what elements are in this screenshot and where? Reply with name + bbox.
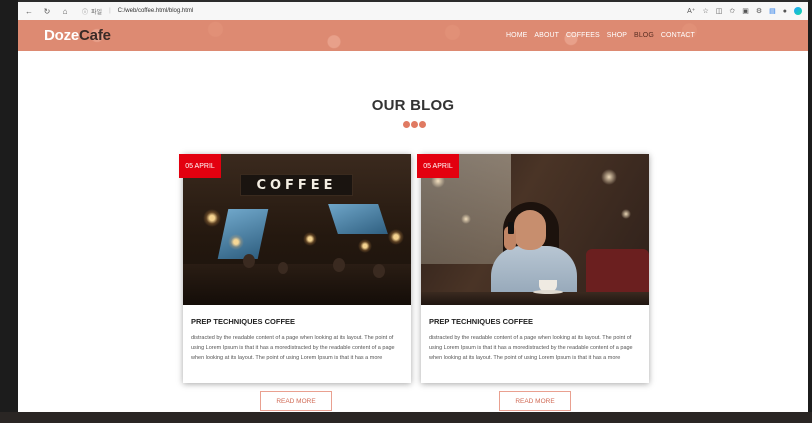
lamp-glow	[358, 239, 372, 253]
blog-card-1: COFFEE 05 APRIL PREP TECHNIQUES COFFEE d…	[179, 154, 411, 383]
lamp-glow	[388, 229, 404, 245]
heading-decoration	[403, 121, 426, 128]
nav-shop[interactable]: SHOP	[607, 32, 627, 39]
bokeh-light	[621, 209, 631, 219]
skylight-window	[217, 209, 269, 259]
table	[421, 292, 649, 305]
nav-home[interactable]: HOME	[506, 32, 527, 39]
blog-section: OUR BLOG COFFEE 05 APRIL PREP TECHNIQUES…	[18, 51, 808, 412]
person-silhouette	[333, 258, 345, 272]
nav-blog[interactable]: BLOG	[634, 32, 654, 39]
saucer	[533, 290, 563, 294]
blog-card-2: 05 APRIL PREP TECHNIQUES COFFEE distract…	[417, 154, 649, 383]
logo-text-doze: Doze	[44, 27, 80, 44]
post-title: PREP TECHNIQUES COFFEE	[191, 317, 296, 326]
extensions-icon[interactable]: ⚙	[756, 7, 762, 15]
bokeh-light	[601, 169, 617, 185]
read-more-button-2[interactable]: READ MORE	[499, 391, 571, 411]
back-arrow-icon[interactable]: ←	[22, 4, 36, 18]
person-silhouette	[243, 254, 255, 268]
refresh-icon[interactable]: ↻	[40, 4, 54, 18]
profile-icon[interactable]: ●	[783, 8, 787, 15]
copilot-icon[interactable]	[794, 7, 802, 15]
nav-about[interactable]: ABOUT	[534, 32, 559, 39]
read-aloud-icon[interactable]: A⁺	[687, 7, 695, 15]
main-nav: HOME ABOUT COFFEES SHOP BLOG CONTACT	[506, 20, 695, 51]
nav-coffees[interactable]: COFFEES	[566, 32, 600, 39]
person-silhouette	[278, 262, 288, 274]
post-excerpt: distracted by the readable content of a …	[191, 335, 395, 362]
woman-face	[514, 210, 546, 250]
phone	[508, 222, 514, 234]
browser-actions: A⁺ ☆ ◫ ✩ ▣ ⚙ ▤ ●	[687, 7, 802, 15]
decoration-dot	[419, 121, 426, 128]
decoration-dot	[411, 121, 418, 128]
desktop-background-right	[808, 0, 812, 423]
post-title: PREP TECHNIQUES COFFEE	[429, 317, 534, 326]
favorites-list-icon[interactable]: ✩	[729, 7, 735, 15]
logo-text-cafe: Cafe	[79, 27, 111, 44]
home-icon[interactable]: ⌂	[58, 4, 72, 18]
desktop-background-bottom	[0, 412, 812, 423]
site-logo[interactable]: DozeCafe	[44, 27, 111, 44]
post-excerpt: distracted by the readable content of a …	[429, 335, 633, 362]
blog-heading: OUR BLOG	[371, 97, 455, 114]
address-separator: |	[109, 8, 111, 14]
coffee-sign: COFFEE	[240, 174, 353, 196]
favorite-star-icon[interactable]: ☆	[702, 7, 708, 15]
info-icon: ⓘ	[82, 9, 89, 16]
desktop-background-left	[0, 0, 18, 423]
address-bar[interactable]: ⓘ 파일 | C:/web/coffee.html/blog.html	[82, 7, 193, 16]
lamp-glow	[303, 232, 317, 246]
lamp-glow	[228, 234, 244, 250]
address-url[interactable]: C:/web/coffee.html/blog.html	[118, 8, 194, 14]
split-screen-icon[interactable]: ◫	[716, 7, 723, 15]
date-badge: 05 APRIL	[179, 154, 221, 178]
read-more-button-1[interactable]: READ MORE	[260, 391, 332, 411]
decoration-dot	[403, 121, 410, 128]
site-header: DozeCafe HOME ABOUT COFFEES SHOP BLOG CO…	[18, 20, 808, 51]
address-info-label: 파일	[91, 9, 103, 16]
skylight-window	[328, 204, 388, 234]
lamp-glow	[203, 209, 221, 227]
person-silhouette	[373, 264, 385, 278]
collections-icon[interactable]: ▣	[742, 7, 749, 15]
bokeh-light	[461, 214, 471, 224]
nav-contact[interactable]: CONTACT	[661, 32, 695, 39]
performance-icon[interactable]: ▤	[769, 7, 776, 15]
browser-toolbar: ← ↻ ⌂ ⓘ 파일 | C:/web/coffee.html/blog.htm…	[18, 2, 808, 20]
date-badge: 05 APRIL	[417, 154, 459, 178]
